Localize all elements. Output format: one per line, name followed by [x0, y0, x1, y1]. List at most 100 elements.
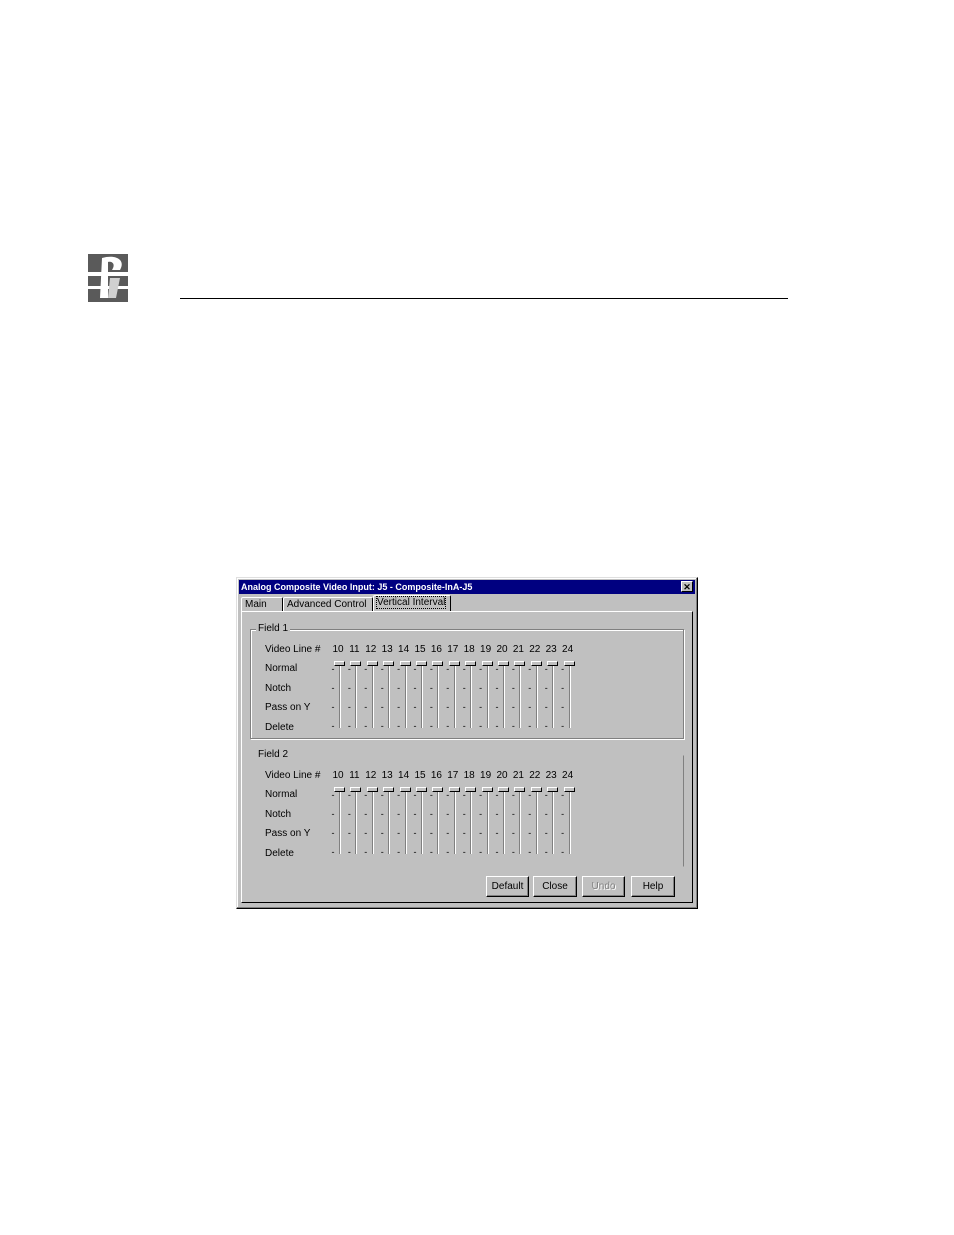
slider-track[interactable] — [486, 790, 489, 854]
slider-track[interactable] — [371, 790, 374, 854]
slider-thumb[interactable] — [432, 787, 444, 792]
slider-thumb[interactable] — [498, 661, 509, 666]
slider-thumb[interactable] — [465, 787, 477, 792]
slider-track[interactable] — [355, 664, 358, 728]
slider-track[interactable] — [453, 790, 456, 854]
slider-track[interactable] — [568, 664, 571, 728]
field-1-line-slider[interactable]: - - - - — [380, 660, 396, 731]
slider-track[interactable] — [339, 790, 341, 854]
undo-button[interactable]: Undo — [582, 876, 625, 897]
slider-track[interactable] — [421, 664, 423, 728]
slider-thumb[interactable] — [399, 787, 411, 792]
field-1-line-slider[interactable]: - - - - — [413, 660, 429, 731]
slider-thumb[interactable] — [481, 787, 493, 792]
field-1-line-slider[interactable]: - - - - — [364, 660, 380, 731]
field-1-line-slider[interactable]: - - - - — [429, 660, 445, 731]
field-2-line-slider[interactable]: - - - - — [347, 786, 363, 857]
field-2-line-slider[interactable]: - - - - — [331, 786, 347, 857]
slider-track[interactable] — [503, 790, 505, 854]
field-1-line-slider[interactable]: - - - - — [495, 660, 511, 731]
default-button[interactable]: Default — [486, 876, 529, 897]
field-2-line-slider[interactable]: - - - - — [528, 786, 544, 857]
slider-track[interactable] — [404, 664, 407, 728]
field-1-line-slider[interactable]: - - - - — [331, 660, 347, 731]
slider-track[interactable] — [568, 790, 571, 854]
field-1-line-slider[interactable]: - - - - — [479, 660, 495, 731]
field-1-line-slider[interactable]: - - - - — [397, 660, 413, 731]
slider-track[interactable] — [404, 790, 407, 854]
slider-track[interactable] — [388, 790, 391, 854]
field-2-line-slider[interactable]: - - - - — [462, 786, 478, 857]
slider-thumb[interactable] — [514, 661, 526, 666]
slider-thumb[interactable] — [432, 661, 444, 666]
slider-track[interactable] — [535, 664, 538, 728]
field-2-line-slider[interactable]: - - - - — [364, 786, 380, 857]
help-button[interactable]: Help — [631, 876, 675, 897]
slider-track[interactable] — [371, 664, 374, 728]
slider-thumb[interactable] — [530, 661, 542, 666]
tab-vertical-interval[interactable]: Vertical Interval — [373, 595, 451, 611]
field-2-line-slider[interactable]: - - - - — [380, 786, 396, 857]
slider-thumb[interactable] — [530, 787, 542, 792]
slider-thumb[interactable] — [448, 787, 460, 792]
slider-track[interactable] — [470, 664, 473, 728]
field-2-line-slider[interactable]: - - - - — [544, 786, 560, 857]
slider-thumb[interactable] — [514, 787, 526, 792]
slider-thumb[interactable] — [383, 787, 395, 792]
tab-advanced-control[interactable]: Advanced Control — [283, 597, 373, 611]
slider-track[interactable] — [339, 664, 341, 728]
close-button[interactable]: Close — [533, 876, 577, 897]
slider-track[interactable] — [470, 790, 473, 854]
field-1-line-slider[interactable]: - - - - — [446, 660, 462, 731]
field-1-line-slider[interactable]: - - - - — [544, 660, 560, 731]
field-2-line-slider[interactable]: - - - - — [397, 786, 413, 857]
field-2-line-slider[interactable]: - - - - — [479, 786, 495, 857]
slider-thumb[interactable] — [334, 661, 345, 666]
slider-track[interactable] — [421, 790, 423, 854]
slider-thumb[interactable] — [547, 661, 559, 666]
slider-tick: - — [380, 702, 384, 712]
slider-track[interactable] — [355, 790, 358, 854]
slider-track[interactable] — [437, 664, 440, 728]
field-2-line-slider[interactable]: - - - - — [561, 786, 577, 857]
slider-thumb[interactable] — [563, 661, 575, 666]
slider-thumb[interactable] — [416, 661, 427, 666]
field-1-line-slider[interactable]: - - - - — [511, 660, 527, 731]
slider-track[interactable] — [388, 664, 391, 728]
slider-thumb[interactable] — [350, 661, 362, 666]
slider-thumb[interactable] — [416, 787, 427, 792]
field-2-line-slider[interactable]: - - - - — [446, 786, 462, 857]
slider-track[interactable] — [535, 790, 538, 854]
field-1-line-slider[interactable]: - - - - — [528, 660, 544, 731]
slider-thumb[interactable] — [563, 787, 575, 792]
field-2-line-slider[interactable]: - - - - — [495, 786, 511, 857]
slider-track[interactable] — [519, 664, 522, 728]
slider-thumb[interactable] — [481, 661, 493, 666]
slider-track[interactable] — [486, 664, 489, 728]
slider-thumb[interactable] — [366, 661, 378, 666]
field-1-line-slider[interactable]: - - - - — [561, 660, 577, 731]
slider-track[interactable] — [437, 790, 440, 854]
title-bar[interactable]: Analog Composite Video Input: J5 - Compo… — [239, 580, 695, 594]
field-1-line-slider[interactable]: - - - - — [462, 660, 478, 731]
close-icon[interactable]: ✕ — [681, 581, 693, 592]
slider-thumb[interactable] — [498, 787, 509, 792]
slider-track[interactable] — [519, 790, 522, 854]
tab-main[interactable]: Main — [241, 597, 283, 611]
field-2-line-slider[interactable]: - - - - — [413, 786, 429, 857]
slider-track[interactable] — [552, 664, 555, 728]
slider-thumb[interactable] — [366, 787, 378, 792]
field-2-line-slider[interactable]: - - - - — [429, 786, 445, 857]
field-1-line-slider[interactable]: - - - - — [347, 660, 363, 731]
slider-thumb[interactable] — [383, 661, 395, 666]
slider-thumb[interactable] — [547, 787, 559, 792]
slider-track[interactable] — [503, 664, 505, 728]
field-2-line-slider[interactable]: - - - - — [511, 786, 527, 857]
slider-thumb[interactable] — [334, 787, 345, 792]
slider-thumb[interactable] — [465, 661, 477, 666]
slider-thumb[interactable] — [399, 661, 411, 666]
slider-track[interactable] — [453, 664, 456, 728]
slider-thumb[interactable] — [350, 787, 362, 792]
slider-track[interactable] — [552, 790, 555, 854]
slider-thumb[interactable] — [448, 661, 460, 666]
